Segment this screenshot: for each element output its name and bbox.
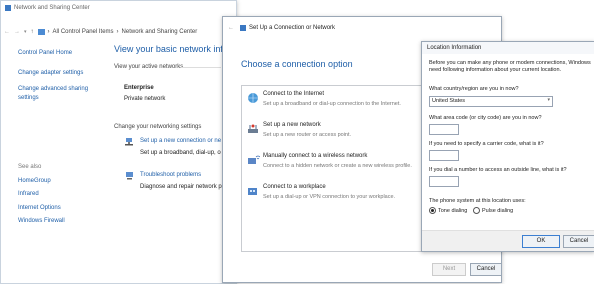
location-intro: Before you can make any phone or modem c… (429, 60, 591, 73)
area-code-label: What area code (or city code) are you in… (429, 115, 542, 121)
option-label: Connect to a workplace (263, 184, 326, 190)
connect-workplace-option[interactable]: Connect to a workplace Set up a dial-up … (242, 184, 442, 210)
troubleshoot-link[interactable]: Troubleshoot problems (140, 172, 201, 178)
pulse-dialing-radio[interactable]: Pulse dialing (473, 207, 513, 214)
active-networks-divider (181, 67, 221, 68)
chevron-down-icon: ▾ (547, 97, 550, 103)
location-cancel-button[interactable]: Cancel (563, 235, 594, 248)
router-icon (248, 124, 258, 133)
change-advanced-sharing-link[interactable]: Change advanced sharing settings (18, 85, 96, 103)
tone-dialing-radio[interactable]: Tone dialing (429, 207, 467, 214)
location-titlebar: Location Information (422, 42, 594, 54)
outside-line-input[interactable] (429, 176, 459, 187)
location-information-dialog: Location Information Before you can make… (421, 41, 594, 252)
option-desc: Connect to a hidden network or create a … (263, 163, 412, 169)
setup-new-network-option[interactable]: Set up a new network Set up a new router… (242, 122, 442, 148)
control-panel-icon (37, 28, 45, 35)
option-desc: Set up a broadband or dial-up connection… (263, 101, 401, 107)
windows-firewall-link[interactable]: Windows Firewall (18, 218, 65, 224)
country-select[interactable]: United States ▾ (429, 96, 553, 107)
infrared-link[interactable]: Infrared (18, 191, 39, 197)
wireless-icon (248, 155, 260, 164)
wizard-title: Set Up a Connection or Network (249, 25, 336, 31)
ok-button[interactable]: OK (522, 235, 560, 248)
option-label: Set up a new network (263, 122, 321, 128)
breadcrumb-item[interactable]: Network and Sharing Center (122, 29, 198, 35)
breadcrumb-item[interactable]: All Control Panel Items (53, 29, 114, 35)
next-button[interactable]: Next (432, 263, 466, 276)
nsc-title: Network and Sharing Center (14, 5, 90, 11)
area-code-input[interactable] (429, 124, 459, 135)
back-arrow-icon[interactable]: ← (4, 29, 10, 35)
nsc-app-icon (5, 5, 11, 11)
workplace-icon (248, 188, 257, 195)
option-desc: Set up a dial-up or VPN connection to yo… (263, 194, 396, 200)
back-arrow-icon[interactable]: ← (228, 25, 234, 31)
setup-new-connection-desc: Set up a broadband, dial-up, o (140, 150, 221, 156)
breadcrumb-separator-icon: › (116, 28, 119, 35)
manual-wireless-option[interactable]: Manually connect to a wireless network C… (242, 153, 442, 179)
network-name: Enterprise (124, 85, 154, 91)
carrier-code-input[interactable] (429, 150, 459, 161)
nsc-navbar: ← → ▾ ↑ › All Control Panel Items › Netw… (4, 26, 234, 37)
wizard-options-list: Connect to the Internet Set up a broadba… (241, 85, 443, 252)
breadcrumb-separator-icon: › (47, 28, 50, 35)
active-networks-label: View your active networks (114, 64, 184, 70)
carrier-code-label: If you need to specify a carrier code, w… (429, 141, 544, 147)
network-type: Private network (124, 96, 166, 102)
control-panel-home-link[interactable]: Control Panel Home (18, 50, 72, 56)
network-setup-icon (125, 138, 133, 146)
wizard-header: ← Set Up a Connection or Network (223, 17, 501, 39)
setup-new-connection-link[interactable]: Set up a new connection or ne (140, 138, 221, 144)
troubleshoot-desc: Diagnose and repair network p (140, 184, 222, 190)
homegroup-link[interactable]: HomeGroup (18, 178, 51, 184)
network-sharing-center-window: Network and Sharing Center ← → ▾ ↑ › All… (0, 0, 237, 284)
tone-dialing-label: Tone dialing (438, 207, 468, 214)
nsc-titlebar: Network and Sharing Center (1, 1, 236, 15)
see-also-heading: See also (18, 164, 42, 170)
radio-selected-icon (429, 207, 436, 214)
nsc-heading: View your basic network infor (114, 44, 231, 54)
change-adapter-settings-link[interactable]: Change adapter settings (18, 70, 83, 76)
outside-line-label: If you dial a number to access an outsid… (429, 167, 567, 173)
connect-internet-option[interactable]: Connect to the Internet Set up a broadba… (242, 91, 442, 117)
dropdown-chevron-icon[interactable]: ▾ (24, 29, 27, 35)
forward-arrow-icon[interactable]: → (14, 29, 20, 35)
phone-system-label: The phone system at this location uses: (429, 198, 526, 204)
pulse-dialing-label: Pulse dialing (482, 207, 514, 214)
option-label: Connect to the Internet (263, 91, 325, 97)
internet-options-link[interactable]: Internet Options (18, 205, 61, 211)
radio-empty-icon (473, 207, 480, 214)
option-label: Manually connect to a wireless network (263, 153, 368, 159)
option-desc: Set up a new router or access point. (263, 132, 352, 138)
up-arrow-icon[interactable]: ↑ (31, 29, 34, 35)
change-settings-label: Change your networking settings (114, 124, 202, 130)
country-value: United States (432, 98, 466, 104)
country-label: What country/region are you in now? (429, 86, 519, 92)
wizard-cancel-button[interactable]: Cancel (470, 263, 501, 276)
wizard-heading: Choose a connection option (241, 59, 353, 69)
wizard-app-icon (240, 25, 246, 31)
globe-icon (248, 93, 258, 103)
troubleshoot-icon (126, 172, 133, 180)
